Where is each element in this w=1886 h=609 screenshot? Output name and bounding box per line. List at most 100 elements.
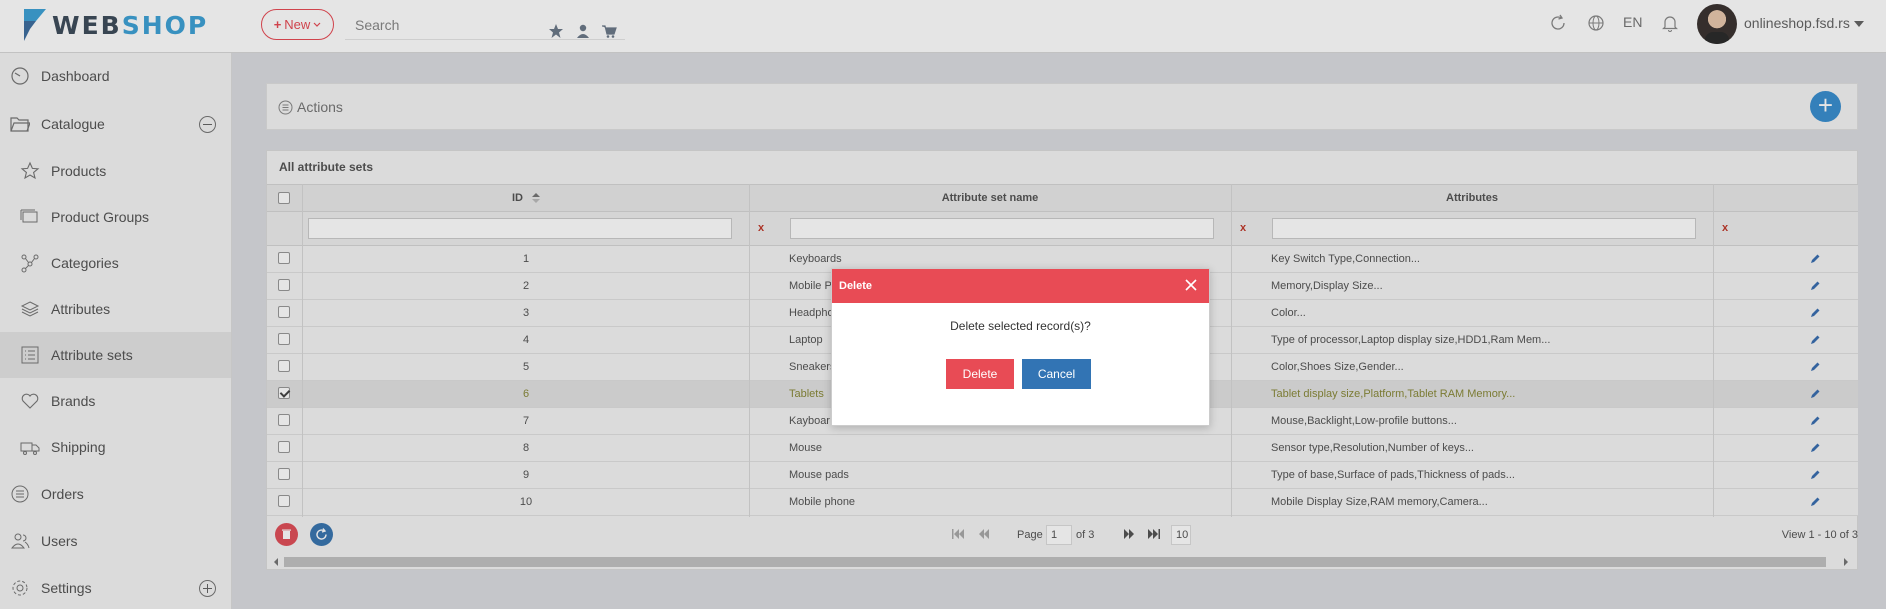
column-divider [1713, 184, 1714, 517]
add-button[interactable]: + [1810, 91, 1841, 122]
edit-pencil-icon[interactable] [1809, 280, 1821, 292]
last-page-icon[interactable] [1148, 529, 1160, 539]
dialog-title: Delete [839, 280, 873, 292]
row-attributes: Type of base,Surface of pads,Thickness o… [1271, 469, 1515, 481]
row-name: Tablets [789, 388, 824, 400]
sidebar-item-users[interactable]: Users [0, 518, 231, 564]
sidebar-item-label: Users [41, 533, 78, 549]
row-checkbox[interactable] [278, 252, 290, 264]
sort-icon[interactable] [532, 193, 541, 204]
sidebar-item-dashboard[interactable]: Dashboard [0, 53, 231, 99]
table-row[interactable]: 9 Mouse pads Type of base,Surface of pad… [267, 462, 1858, 489]
sidebar-item-label: Attributes [51, 301, 111, 317]
menu-circle-icon[interactable] [278, 100, 293, 115]
row-checkbox[interactable] [278, 360, 290, 372]
shop-name[interactable]: onlineshop.fsd.rs [1744, 15, 1850, 31]
cart-icon[interactable] [601, 23, 617, 39]
previous-page-icon[interactable] [978, 529, 990, 539]
row-checkbox[interactable] [278, 468, 290, 480]
star-icon [20, 161, 40, 180]
edit-pencil-icon[interactable] [1809, 334, 1821, 346]
brand-logo[interactable]: WEBSHOP [22, 5, 208, 45]
edit-pencil-icon[interactable] [1809, 253, 1821, 265]
next-page-icon[interactable] [1123, 529, 1135, 539]
actions-panel: Actions [266, 83, 1858, 130]
refresh-icon[interactable] [1548, 13, 1568, 33]
select-all-checkbox[interactable] [278, 192, 290, 204]
refresh-grid-button[interactable] [310, 523, 333, 546]
sidebar-item-orders[interactable]: Orders [0, 471, 231, 517]
row-checkbox[interactable] [278, 441, 290, 453]
clear-attributes-filter-icon[interactable]: x [1722, 222, 1728, 234]
row-checkbox[interactable] [278, 495, 290, 507]
close-icon[interactable] [1182, 276, 1200, 294]
account-dropdown-icon[interactable] [1854, 21, 1864, 27]
row-checkbox[interactable] [278, 306, 290, 318]
table-row[interactable]: 10 Mobile phone Mobile Display Size,RAM … [267, 489, 1858, 516]
name-filter-input[interactable] [790, 218, 1214, 239]
clear-name-filter-icon[interactable]: x [1240, 222, 1246, 234]
sidebar-item-catalogue[interactable]: Catalogue [0, 101, 231, 147]
row-checkbox[interactable] [278, 279, 290, 291]
sidebar-item-product-groups[interactable]: Product Groups [0, 194, 231, 240]
sidebar-item-shipping[interactable]: Shipping [0, 424, 231, 470]
row-checkbox-checked[interactable] [278, 387, 290, 399]
sidebar-item-attributes[interactable]: Attributes [0, 286, 231, 332]
clear-id-filter-icon[interactable]: x [758, 222, 764, 234]
globe-icon[interactable] [1586, 13, 1606, 33]
id-filter-input[interactable] [308, 218, 732, 239]
edit-pencil-icon[interactable] [1809, 307, 1821, 319]
bell-icon[interactable] [1660, 13, 1680, 33]
edit-pencil-icon[interactable] [1809, 442, 1821, 454]
delete-selected-button[interactable] [275, 523, 298, 546]
edit-pencil-icon[interactable] [1809, 415, 1821, 427]
sidebar-item-label: Dashboard [41, 68, 110, 84]
pager: Page 1 of 3 10 View 1 - 10 of 3 [267, 517, 1858, 551]
page-number-input[interactable]: 1 [1046, 525, 1072, 545]
table-row[interactable]: 8 Mouse Sensor type,Resolution,Number of… [267, 435, 1858, 462]
scroll-left-icon[interactable] [272, 557, 280, 567]
stack-icon [20, 209, 38, 223]
edit-pencil-icon[interactable] [1809, 496, 1821, 508]
list-icon [21, 346, 39, 364]
scroll-right-icon[interactable] [1842, 557, 1850, 567]
row-checkbox[interactable] [278, 333, 290, 345]
sidebar-item-label: Catalogue [41, 116, 105, 132]
cancel-button[interactable]: Cancel [1022, 359, 1091, 389]
sidebar-item-settings[interactable]: Settings [0, 565, 231, 609]
sidebar: Dashboard Catalogue Products Product Gro… [0, 53, 232, 609]
folder-icon [10, 117, 30, 132]
collapse-icon[interactable] [199, 115, 216, 133]
confirm-delete-button[interactable]: Delete [946, 359, 1014, 389]
actions-label[interactable]: Actions [297, 99, 343, 115]
row-attributes: Type of processor,Laptop display size,HD… [1271, 334, 1551, 346]
horizontal-scrollbar[interactable] [272, 555, 1852, 567]
scrollbar-thumb[interactable] [284, 557, 1826, 567]
row-id: 1 [522, 253, 530, 265]
sidebar-item-label: Settings [41, 580, 92, 596]
sidebar-item-attribute-sets[interactable]: Attribute sets [0, 332, 231, 378]
column-header-name[interactable]: Attribute set name [749, 185, 1231, 212]
search-input[interactable] [355, 14, 535, 36]
row-name: Headpho [789, 307, 834, 319]
sidebar-item-brands[interactable]: Brands [0, 378, 231, 424]
user-icon[interactable] [575, 23, 591, 39]
avatar[interactable] [1697, 4, 1737, 44]
expand-icon[interactable] [199, 579, 216, 597]
edit-pencil-icon[interactable] [1809, 361, 1821, 373]
sidebar-item-categories[interactable]: Categories [0, 240, 231, 286]
star-icon[interactable] [548, 23, 564, 39]
new-button[interactable]: + New [261, 9, 334, 40]
row-checkbox[interactable] [278, 414, 290, 426]
edit-pencil-icon[interactable] [1809, 469, 1821, 481]
attributes-filter-input[interactable] [1272, 218, 1696, 239]
page-size-select[interactable]: 10 [1171, 525, 1191, 545]
sidebar-item-label: Attribute sets [51, 347, 133, 363]
sidebar-item-label: Categories [51, 255, 119, 271]
language-selector[interactable]: EN [1623, 14, 1642, 30]
first-page-icon[interactable] [952, 529, 964, 539]
sidebar-item-products[interactable]: Products [0, 148, 231, 194]
column-header-id[interactable]: ID [303, 185, 749, 212]
edit-pencil-icon[interactable] [1809, 388, 1821, 400]
column-header-attributes[interactable]: Attributes [1231, 185, 1713, 212]
